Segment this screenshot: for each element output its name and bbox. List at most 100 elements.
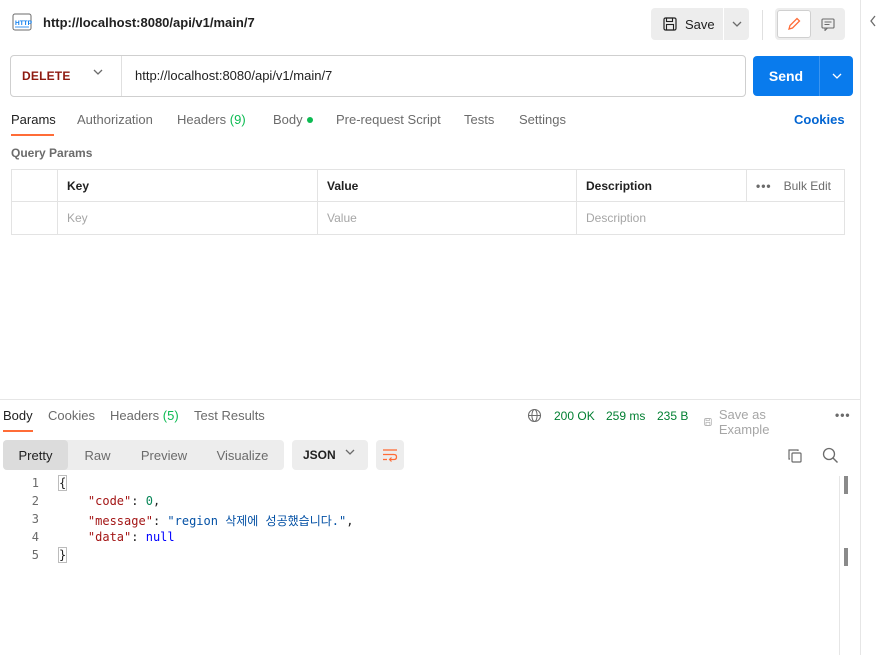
code-line: 4 "data": null — [0, 530, 840, 548]
body-indicator-dot — [306, 116, 313, 123]
send-options-button[interactable] — [821, 56, 853, 96]
response-tab-cookies[interactable]: Cookies — [48, 408, 95, 423]
code-line: 1 { — [0, 475, 840, 494]
http-icon-label: HTTP — [15, 20, 33, 27]
response-time[interactable]: 259 ms — [606, 409, 645, 423]
checkbox-column-header — [12, 170, 57, 202]
tab-body[interactable]: Body — [273, 112, 313, 127]
save-as-example-button[interactable]: Save as Example — [704, 407, 776, 437]
line-number: 4 — [31, 530, 39, 544]
bulk-edit-label: Bulk Edit — [783, 179, 831, 193]
edit-mode-button[interactable] — [777, 10, 811, 38]
view-mode-toggle — [775, 8, 845, 40]
format-visualize-button[interactable]: Visualize — [201, 440, 284, 470]
bulk-edit-link[interactable]: ••• Bulk Edit — [756, 170, 831, 202]
tab-params[interactable]: Params — [11, 112, 56, 127]
response-size[interactable]: 235 B — [657, 409, 688, 423]
tab-headers-label: Headers — [177, 112, 227, 127]
description-input[interactable]: Description — [576, 202, 844, 234]
chevron-down-icon — [832, 73, 842, 79]
json-key: "message" — [87, 514, 153, 528]
pane-divider[interactable] — [0, 399, 860, 400]
more-options-icon[interactable]: ••• — [756, 179, 772, 193]
save-icon — [704, 418, 712, 426]
right-sidebar-border — [860, 0, 861, 655]
more-options-icon[interactable]: ••• — [835, 408, 851, 422]
response-tab-body[interactable]: Body — [3, 408, 33, 423]
documentation-mode-button[interactable] — [813, 10, 843, 38]
comment-icon — [821, 17, 835, 31]
send-button-group: Send — [753, 56, 853, 96]
request-title[interactable]: http://localhost:8080/api/v1/main/7 — [43, 15, 255, 30]
save-icon — [663, 17, 677, 31]
globe-icon[interactable] — [527, 408, 542, 423]
editor-scrollbar[interactable] — [839, 476, 840, 655]
column-header-value: Value — [317, 170, 576, 202]
line-number: 1 — [31, 476, 39, 490]
save-button-group: Save — [651, 8, 749, 40]
format-raw-button[interactable]: Raw — [68, 440, 127, 470]
value-input[interactable]: Value — [317, 202, 576, 234]
copy-icon[interactable] — [787, 448, 803, 467]
open-brace: { — [57, 475, 68, 491]
tab-tests[interactable]: Tests — [464, 112, 494, 127]
table-row: Key Value Description — [12, 202, 844, 234]
cookies-link[interactable]: Cookies — [794, 112, 845, 127]
column-header-key: Key — [57, 170, 317, 202]
url-bar: DELETE http://localhost:8080/api/v1/main… — [10, 55, 746, 97]
code-line: 3 "message": "region 삭제에 성공했습니다.", — [0, 512, 840, 530]
format-pretty-button[interactable]: Pretty — [3, 440, 68, 470]
status-code[interactable]: 200 OK — [554, 409, 595, 423]
word-wrap-button[interactable] — [376, 440, 404, 470]
send-button[interactable]: Send — [753, 56, 820, 96]
tab-body-label: Body — [273, 112, 303, 127]
json-key: "code" — [87, 494, 132, 508]
toolbar-divider — [762, 10, 763, 40]
chevron-left-icon — [870, 15, 876, 27]
tab-headers[interactable]: Headers (9) — [177, 112, 246, 127]
tab-settings[interactable]: Settings — [519, 112, 566, 127]
method-label: DELETE — [22, 69, 71, 83]
query-params-table: Key Value Description ••• Bulk Edit Key … — [11, 169, 845, 235]
save-button[interactable]: Save — [651, 8, 724, 40]
url-input[interactable]: http://localhost:8080/api/v1/main/7 — [135, 68, 332, 83]
http-request-icon: HTTP — [11, 12, 35, 34]
chevron-down-icon — [345, 449, 355, 455]
row-checkbox-cell — [12, 202, 57, 234]
line-number: 3 — [31, 512, 39, 526]
expand-sidebar-button[interactable] — [869, 15, 877, 30]
json-value: 0 — [145, 494, 153, 508]
chevron-down-icon — [93, 69, 103, 75]
chevron-down-icon — [732, 21, 742, 27]
save-label: Save — [685, 16, 715, 32]
key-input[interactable]: Key — [57, 202, 317, 234]
method-select[interactable]: DELETE — [11, 56, 122, 96]
response-tab-test-results[interactable]: Test Results — [194, 408, 265, 423]
save-options-button[interactable] — [725, 8, 749, 40]
json-key: "data" — [87, 530, 132, 544]
active-tab-indicator — [11, 134, 54, 136]
search-icon[interactable] — [822, 447, 839, 467]
code-line: 2 "code": 0, — [0, 494, 840, 512]
response-tab-headers[interactable]: Headers (5) — [110, 408, 179, 423]
language-label: JSON — [303, 448, 336, 462]
pencil-icon — [788, 17, 801, 30]
response-headers-label: Headers — [110, 408, 160, 423]
line-number: 5 — [31, 548, 39, 562]
json-value: "region 삭제에 성공했습니다." — [167, 514, 347, 528]
column-header-description: Description — [576, 170, 746, 202]
code-line: 5 } — [0, 547, 840, 566]
line-number: 2 — [31, 494, 39, 508]
table-header-row: Key Value Description ••• Bulk Edit — [12, 170, 844, 202]
query-params-title: Query Params — [11, 146, 93, 160]
tab-headers-count: (9) — [229, 112, 246, 127]
active-response-tab-indicator — [3, 430, 33, 432]
format-toggle-group: Pretty Raw Preview Visualize — [3, 440, 284, 470]
format-preview-button[interactable]: Preview — [127, 440, 201, 470]
response-headers-count: (5) — [162, 408, 179, 423]
save-as-example-label: Save as Example — [718, 407, 770, 437]
tab-pre-request-script[interactable]: Pre-request Script — [336, 112, 441, 127]
scrollbar-marker — [844, 548, 848, 566]
tab-authorization[interactable]: Authorization — [77, 112, 153, 127]
language-select[interactable]: JSON — [292, 440, 368, 470]
